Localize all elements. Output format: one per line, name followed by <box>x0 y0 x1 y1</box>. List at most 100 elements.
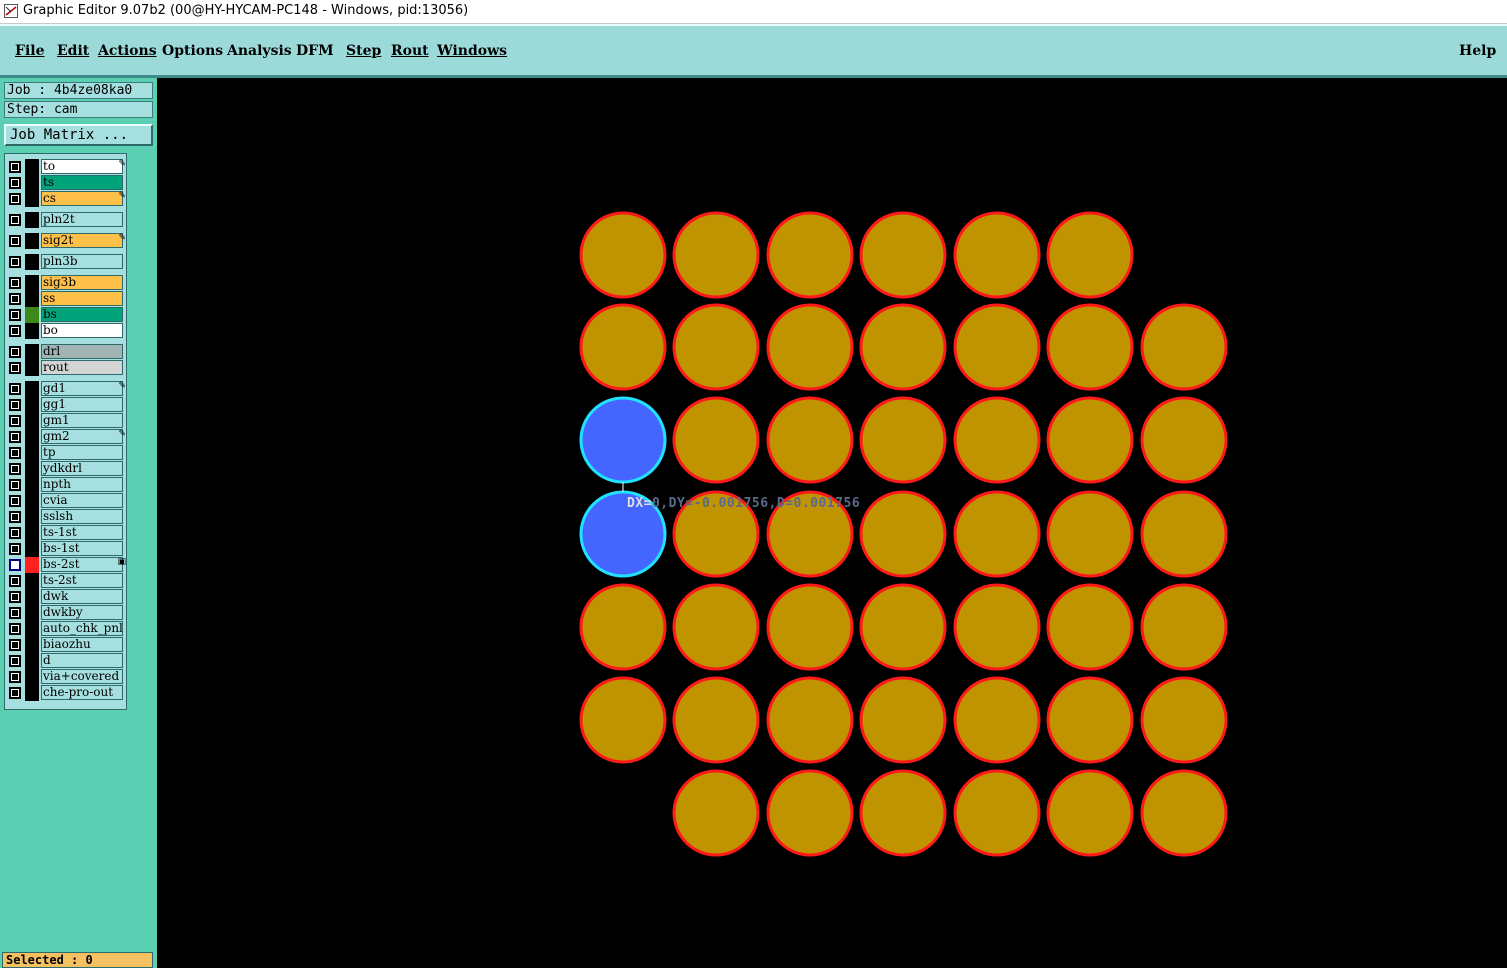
layer-row-pln2t[interactable]: pln2t <box>5 212 128 228</box>
layer-name[interactable]: via+covered <box>41 669 123 684</box>
layer-checkbox[interactable] <box>9 495 21 507</box>
pad[interactable] <box>1046 396 1134 484</box>
layer-name[interactable]: pln3b <box>41 254 123 269</box>
layer-row-tp[interactable]: tp <box>5 445 128 461</box>
layer-checkbox[interactable] <box>9 214 21 226</box>
pad[interactable] <box>579 303 667 391</box>
layer-row-gd1[interactable]: gd1 ✎ <box>5 381 128 397</box>
pad[interactable] <box>1046 490 1134 578</box>
layer-checkbox[interactable] <box>9 671 21 683</box>
layer-row-via-covered[interactable]: via+covered <box>5 669 128 685</box>
layer-name[interactable]: gd1 <box>41 381 123 396</box>
layer-checkbox[interactable] <box>9 235 21 247</box>
pad[interactable] <box>859 396 947 484</box>
layer-row-gm2[interactable]: gm2 ✎ <box>5 429 128 445</box>
layer-color-swatch[interactable] <box>25 191 39 207</box>
pad[interactable] <box>859 490 947 578</box>
layer-name[interactable]: dwkby <box>41 605 123 620</box>
layer-row-d[interactable]: d <box>5 653 128 669</box>
layer-checkbox[interactable] <box>9 543 21 555</box>
layer-checkbox[interactable] <box>9 277 21 289</box>
layer-row-gm1[interactable]: gm1 <box>5 413 128 429</box>
layer-checkbox[interactable] <box>9 256 21 268</box>
menu-windows[interactable]: Windows <box>437 43 507 59</box>
layer-row-bs-1st[interactable]: bs-1st <box>5 541 128 557</box>
pad[interactable] <box>1046 769 1134 857</box>
layer-checkbox[interactable] <box>9 591 21 603</box>
layer-checkbox[interactable] <box>9 639 21 651</box>
layer-name[interactable]: d <box>41 653 123 668</box>
layer-checkbox[interactable] <box>9 383 21 395</box>
selected-pad[interactable] <box>579 396 667 484</box>
layer-name[interactable]: sig3b <box>41 275 123 290</box>
pad[interactable] <box>1140 583 1228 671</box>
layer-row-ts-2st[interactable]: ts-2st <box>5 573 128 589</box>
pad[interactable] <box>672 676 760 764</box>
layer-color-swatch[interactable] <box>25 653 39 669</box>
layer-color-swatch[interactable] <box>25 429 39 445</box>
pad[interactable] <box>953 396 1041 484</box>
layer-list-scrollbar[interactable] <box>127 153 153 710</box>
layer-row-cs[interactable]: cs ✎ <box>5 191 128 207</box>
pad[interactable] <box>579 583 667 671</box>
pad[interactable] <box>859 583 947 671</box>
pad-array[interactable] <box>157 78 1507 968</box>
layer-name[interactable]: bs <box>41 307 123 322</box>
layer-name[interactable]: biaozhu <box>41 637 123 652</box>
layer-name[interactable]: che-pro-out <box>41 685 123 700</box>
pad[interactable] <box>953 769 1041 857</box>
layer-color-swatch[interactable] <box>25 397 39 413</box>
layer-checkbox[interactable] <box>9 309 21 321</box>
layer-name[interactable]: rout <box>41 360 123 375</box>
layer-row-sig3b[interactable]: sig3b <box>5 275 128 291</box>
menu-analysis[interactable]: Analysis <box>227 43 292 59</box>
layer-checkbox[interactable] <box>9 177 21 189</box>
pad[interactable] <box>766 303 854 391</box>
pad[interactable] <box>953 676 1041 764</box>
layer-row-ts-1st[interactable]: ts-1st <box>5 525 128 541</box>
layer-row-gg1[interactable]: gg1 <box>5 397 128 413</box>
pad[interactable] <box>1046 676 1134 764</box>
layer-color-swatch[interactable] <box>25 493 39 509</box>
menu-edit[interactable]: Edit <box>57 43 89 59</box>
layer-color-swatch[interactable] <box>25 159 39 175</box>
layer-row-bo[interactable]: bo <box>5 323 128 339</box>
layer-name[interactable]: ts-2st <box>41 573 123 588</box>
pad[interactable] <box>766 583 854 671</box>
layer-row-ss[interactable]: ss <box>5 291 128 307</box>
layer-row-che-pro-out[interactable]: che-pro-out <box>5 685 128 701</box>
layer-checkbox[interactable] <box>9 511 21 523</box>
layer-color-swatch[interactable] <box>25 175 39 191</box>
layer-checkbox[interactable] <box>9 623 21 635</box>
layer-color-swatch[interactable] <box>25 541 39 557</box>
layer-color-swatch[interactable] <box>25 605 39 621</box>
layer-color-swatch[interactable] <box>25 254 39 270</box>
layer-color-swatch[interactable] <box>25 360 39 376</box>
layer-name[interactable]: dwk <box>41 589 123 604</box>
layer-checkbox[interactable] <box>9 193 21 205</box>
layer-checkbox[interactable] <box>9 607 21 619</box>
pad[interactable] <box>672 211 760 299</box>
layer-color-swatch[interactable] <box>25 669 39 685</box>
layer-name[interactable]: drl <box>41 344 123 359</box>
pad[interactable] <box>859 303 947 391</box>
pad[interactable] <box>859 769 947 857</box>
layer-row-sslsh[interactable]: sslsh <box>5 509 128 525</box>
layer-row-rout[interactable]: rout <box>5 360 128 376</box>
layer-checkbox[interactable] <box>9 687 21 699</box>
layer-name[interactable]: sslsh <box>41 509 123 524</box>
layer-row-cvia[interactable]: cvia <box>5 493 128 509</box>
pad[interactable] <box>1140 676 1228 764</box>
pad[interactable] <box>672 769 760 857</box>
layer-name[interactable]: ydkdrl <box>41 461 123 476</box>
menu-step[interactable]: Step <box>346 43 381 59</box>
layer-checkbox[interactable] <box>9 463 21 475</box>
layer-color-swatch[interactable] <box>25 589 39 605</box>
pad[interactable] <box>1140 490 1228 578</box>
pad[interactable] <box>1140 396 1228 484</box>
layer-name[interactable]: tp <box>41 445 123 460</box>
layer-name[interactable]: gg1 <box>41 397 123 412</box>
layer-name[interactable]: cvia <box>41 493 123 508</box>
layer-color-swatch[interactable] <box>25 323 39 339</box>
pad[interactable] <box>579 211 667 299</box>
